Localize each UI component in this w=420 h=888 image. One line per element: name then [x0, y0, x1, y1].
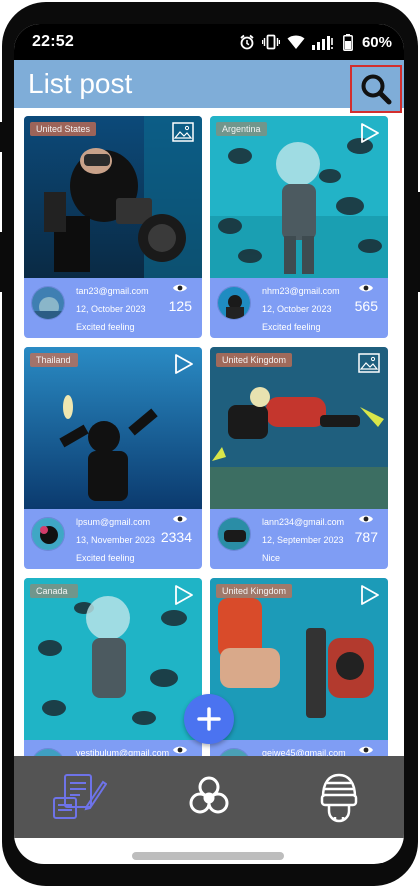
nav-hazard[interactable] — [174, 767, 244, 827]
post-thumbnail: Canada — [24, 578, 202, 740]
play-icon — [175, 585, 193, 605]
country-tag: Argentina — [216, 122, 267, 136]
phone-frame: 22:52 60% List post United States tan23@… — [0, 2, 420, 886]
country-tag: Canada — [30, 584, 78, 598]
country-tag: United Kingdom — [216, 353, 293, 367]
view-count: 787 — [354, 529, 378, 545]
post-thumbnail: United Kingdom — [210, 347, 388, 509]
bottom-navigation — [14, 756, 404, 838]
post-date: 13, November 2023 — [76, 535, 156, 545]
post-card[interactable]: United States tan23@gmail.com 12, Octobe… — [24, 116, 202, 338]
search-button[interactable] — [350, 65, 402, 113]
battery-percentage: 60% — [361, 33, 392, 51]
app-bar: List post — [14, 60, 404, 113]
post-thumbnail: Argentina — [210, 116, 388, 278]
post-info: lann234@gmail.com 12, September 2023 Nic… — [210, 509, 388, 569]
avatar — [31, 286, 65, 320]
post-info: nhm23@gmail.com 12, October 2023 Excited… — [210, 278, 388, 338]
battery-icon — [343, 33, 353, 51]
document-edit-icon — [53, 774, 107, 819]
eye-icon — [359, 515, 373, 523]
play-icon — [175, 354, 193, 374]
biohazard-icon — [189, 776, 229, 814]
eye-icon — [359, 746, 373, 754]
image-icon — [172, 122, 194, 142]
side-button — [416, 192, 420, 292]
play-icon — [361, 123, 379, 143]
status-bar: 22:52 60% — [14, 24, 404, 60]
page-title: List post — [28, 68, 133, 99]
post-info: lpsum@gmail.com 13, November 2023 Excite… — [24, 509, 202, 569]
country-tag: United States — [30, 122, 97, 136]
status-icons: 60% — [239, 33, 392, 51]
post-date: 12, September 2023 — [262, 535, 344, 545]
avatar — [217, 286, 251, 320]
post-email: lann234@gmail.com — [262, 517, 345, 527]
post-feeling: Nice — [262, 553, 281, 563]
post-thumbnail: United States — [24, 116, 202, 278]
post-thumbnail: United Kingdom — [210, 578, 388, 740]
eye-icon — [173, 284, 187, 292]
vibrate-icon — [261, 34, 280, 50]
alarm-icon — [240, 34, 254, 50]
app-screen: 22:52 60% List post United States tan23@… — [14, 24, 404, 864]
view-count: 2334 — [160, 529, 192, 545]
add-post-button[interactable] — [184, 694, 234, 744]
post-date: 12, October 2023 — [76, 304, 146, 314]
avatar — [31, 517, 65, 551]
eye-icon — [359, 284, 373, 292]
country-tag: Thailand — [30, 353, 78, 367]
view-count: 565 — [354, 298, 378, 314]
image-icon — [358, 353, 380, 373]
post-info: tan23@gmail.com 12, October 2023 Excited… — [24, 278, 202, 338]
post-thumbnail: Thailand — [24, 347, 202, 509]
post-email: lpsum@gmail.com — [76, 517, 151, 527]
signal-icon — [311, 35, 333, 50]
side-button — [0, 232, 2, 292]
side-button — [0, 122, 2, 152]
post-grid: United States tan23@gmail.com 12, Octobe… — [24, 116, 394, 800]
post-feeling: Excited feeling — [262, 322, 321, 332]
wifi-icon — [287, 35, 305, 49]
post-email: nhm23@gmail.com — [262, 286, 340, 296]
plus-icon — [197, 707, 221, 731]
avatar — [217, 517, 251, 551]
post-date: 12, October 2023 — [262, 304, 332, 314]
play-icon — [361, 585, 379, 605]
diver-helmet-icon — [320, 773, 358, 823]
post-card[interactable]: United Kingdom lann234@gmail.com 12, Sep… — [210, 347, 388, 569]
post-email: tan23@gmail.com — [76, 286, 149, 296]
eye-icon — [173, 746, 187, 754]
post-card[interactable]: Thailand lpsum@gmail.com 13, November 20… — [24, 347, 202, 569]
home-indicator[interactable] — [132, 852, 284, 860]
nav-posts[interactable] — [44, 767, 114, 827]
eye-icon — [173, 515, 187, 523]
post-feeling: Excited feeling — [76, 553, 135, 563]
view-count: 125 — [168, 298, 192, 314]
post-feeling: Excited feeling — [76, 322, 135, 332]
nav-profile[interactable] — [304, 767, 374, 827]
country-tag: United Kingdom — [216, 584, 293, 598]
status-time: 22:52 — [32, 33, 74, 50]
search-icon — [361, 74, 392, 105]
post-card[interactable]: Argentina nhm23@gmail.com 12, October 20… — [210, 116, 388, 338]
